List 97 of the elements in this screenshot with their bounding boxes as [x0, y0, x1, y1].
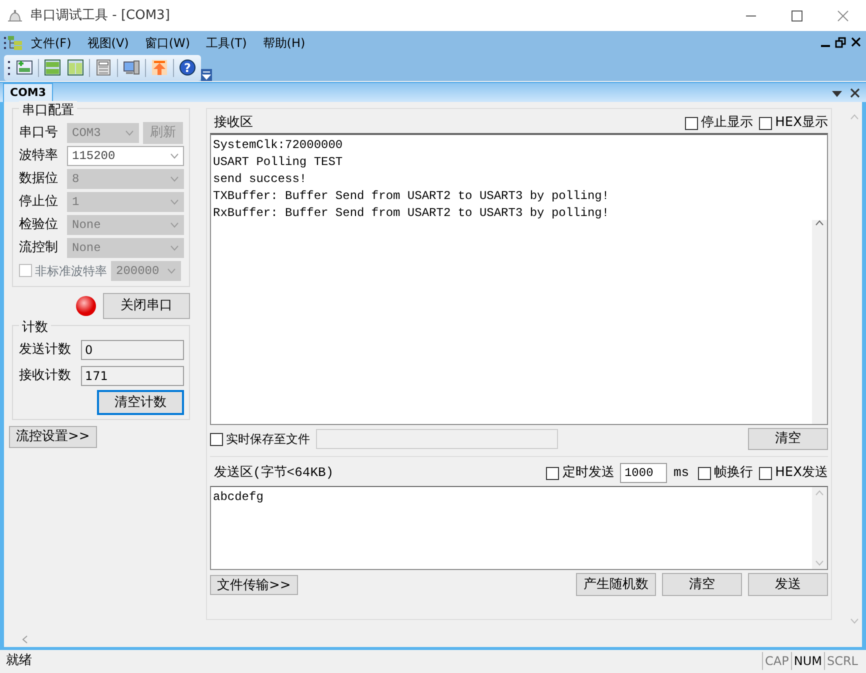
field-label: 接收计数 [19, 366, 72, 385]
send-text: abcdefg [213, 489, 264, 506]
checkbox[interactable] [759, 116, 772, 130]
checkbox-label: 定时发送 [562, 464, 614, 482]
send-textbox[interactable]: abcdefg [210, 486, 828, 570]
chevron-down-icon [170, 222, 179, 228]
horizontal-split-icon [44, 59, 61, 76]
checkbox[interactable] [546, 466, 560, 480]
maximize-icon [789, 10, 805, 22]
clear-count-button[interactable]: 清空计数 [97, 390, 184, 415]
checkbox[interactable] [685, 116, 698, 130]
field-label: 停止位 [19, 192, 59, 211]
field-label: 波特率 [19, 146, 59, 165]
new-window-icon [16, 59, 33, 76]
toolbar-button[interactable] [66, 58, 85, 77]
log-line: USART Polling TEST [213, 154, 344, 171]
chevron-down-icon [850, 618, 858, 624]
chevron-down-icon [170, 198, 179, 204]
checkbox-label: 非标准波特率 [35, 262, 107, 280]
scrollbar[interactable] [812, 220, 827, 424]
interval-field[interactable]: 1000 [620, 463, 668, 483]
checkbox-label: 帧换行 [714, 464, 754, 482]
counter-field[interactable]: 171 [81, 366, 184, 386]
field-label: 发送计数 [19, 340, 72, 359]
close-icon [851, 37, 862, 48]
checkbox-label: HEX发送 [775, 464, 828, 482]
flow-settings-button[interactable]: 流控设置>> [9, 426, 97, 448]
checkbox-label: HEX显示 [775, 114, 828, 132]
section-title: 接收区 [214, 114, 253, 132]
action-button[interactable]: 发送 [748, 573, 828, 596]
chevron-down-icon [170, 176, 179, 182]
file-transfer-button[interactable]: 文件传输>> [210, 574, 298, 594]
close-port-button[interactable]: 关闭串口 [103, 293, 190, 319]
chevron-left-icon [22, 635, 28, 644]
upload-icon [151, 59, 168, 76]
status-text: 就绪 [6, 652, 32, 670]
unit-label: ms [673, 464, 690, 482]
status-indicator: NUM [790, 652, 824, 670]
menu-item[interactable]: 帮助(H) [254, 34, 314, 52]
dropdown[interactable]: 115200 [67, 146, 184, 166]
checkbox[interactable] [698, 466, 712, 480]
checkbox[interactable] [19, 264, 32, 277]
chevron-down-icon [170, 244, 179, 250]
field-label: 串口号 [19, 124, 59, 142]
status-indicator: SCRL [824, 652, 860, 670]
counter-field[interactable]: 0 [81, 340, 184, 360]
checkbox[interactable] [759, 466, 772, 480]
chevron-down-icon [167, 268, 176, 274]
dropdown-icon[interactable] [832, 91, 842, 97]
vertical-split-icon [67, 59, 84, 76]
tree-icon [7, 34, 23, 50]
scrollbar[interactable] [0, 632, 866, 650]
tab[interactable]: COM3 [3, 82, 54, 102]
log-line: SystemClk:72000000 [213, 137, 344, 154]
grip-icon [8, 60, 11, 76]
chevron-up-icon [815, 220, 824, 226]
close-icon [835, 10, 851, 22]
field-label: 检验位 [19, 216, 59, 234]
action-button[interactable]: 清空 [662, 573, 742, 596]
menu-item[interactable]: 窗口(W) [136, 34, 198, 52]
action-button[interactable]: 产生随机数 [576, 573, 656, 596]
toolbar-button[interactable] [122, 58, 141, 77]
clear-button[interactable]: 清空 [748, 428, 828, 450]
bell-icon [6, 8, 24, 22]
grip-icon [4, 36, 7, 50]
window-title: 串口调试工具 - [COM3] [30, 6, 170, 25]
section-title: 发送区(字节<64KB) [214, 464, 334, 482]
mdi-control[interactable] [850, 36, 863, 49]
status-indicator: CAP [762, 652, 791, 670]
scrollbar[interactable] [812, 487, 827, 569]
file-path-field[interactable] [316, 429, 558, 449]
menu-item[interactable]: 视图(V) [79, 34, 137, 52]
log-line: RxBuffer: Buffer Send from USART2 to USART3 by polling! [213, 205, 610, 222]
log-line: TXBuffer: Buffer Send from USART2 to USART3 by polling! [213, 188, 610, 205]
close-icon[interactable] [850, 88, 860, 98]
field-label: 流控制 [19, 238, 59, 257]
chevron-down-icon [125, 130, 134, 136]
log-line: send success! [213, 171, 308, 188]
checkbox-label: 停止显示 [701, 114, 754, 132]
menu-item[interactable]: 工具(T) [198, 34, 255, 52]
toolbar-overflow-button[interactable] [201, 69, 212, 81]
minimize-icon [821, 45, 830, 47]
chevron-up-icon [815, 490, 824, 496]
menu-item[interactable]: 文件(F) [23, 34, 80, 52]
overflow-icon [202, 70, 211, 80]
chevron-down-icon [815, 560, 824, 566]
restore-icon [835, 37, 846, 48]
field-label: 数据位 [19, 170, 59, 188]
chevron-down-icon [170, 152, 179, 158]
computer-icon [123, 59, 140, 76]
chevron-up-icon [850, 114, 858, 120]
checkbox[interactable] [210, 432, 223, 446]
toolbar-button[interactable] [43, 58, 62, 77]
toolbar-button[interactable]: ? [178, 58, 197, 77]
mdi-control[interactable] [834, 36, 847, 49]
checkbox-label: 实时保存至文件 [226, 431, 310, 448]
toolbar-button[interactable] [15, 58, 34, 77]
